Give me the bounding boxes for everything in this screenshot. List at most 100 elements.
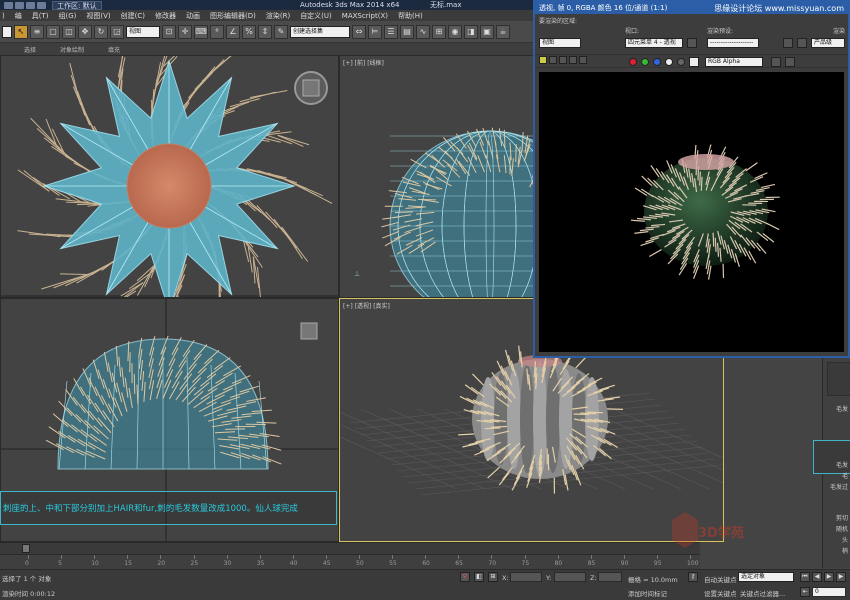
- rectangle-selection-button[interactable]: ▢: [46, 24, 60, 39]
- schematic-view-button[interactable]: ⊞: [432, 24, 446, 39]
- auto-key-button[interactable]: 自动关键点: [704, 574, 737, 584]
- menu-item-help[interactable]: 帮助(H): [398, 11, 423, 21]
- menu-item[interactable]: ): [2, 12, 5, 20]
- production-dropdown[interactable]: 产品级: [811, 38, 845, 48]
- menu-item-rendering[interactable]: 渲染(R): [266, 11, 290, 21]
- reference-coordinate-dropdown[interactable]: 视图: [126, 25, 160, 38]
- material-editor-button[interactable]: ◉: [448, 24, 462, 39]
- viewport-front-label[interactable]: [+] [前] [线框]: [343, 58, 384, 67]
- isolate-selection-icon[interactable]: ◧: [474, 572, 484, 582]
- menu-item-edit[interactable]: 编: [15, 11, 22, 21]
- viewport-dropdown[interactable]: 四元菜单 4 - 透视: [625, 38, 683, 48]
- menu-item-create[interactable]: 创建(C): [121, 11, 145, 21]
- toggle-ui-icon[interactable]: [785, 57, 795, 67]
- monochrome-toggle[interactable]: [677, 58, 685, 66]
- viewport-front[interactable]: [+] [前] [线框] ⊥: [339, 55, 539, 298]
- spinner-snap-button[interactable]: ⇕: [258, 24, 272, 39]
- workspace-selector[interactable]: 工作区: 默认: [52, 0, 102, 10]
- previous-frame-icon[interactable]: ◀: [812, 572, 822, 582]
- red-channel-toggle[interactable]: [629, 58, 637, 66]
- render-preset-dropdown[interactable]: --------------------: [707, 38, 759, 48]
- viewcube-face[interactable]: [302, 79, 320, 97]
- selected-object-dropdown[interactable]: 选定对象: [738, 572, 794, 582]
- viewport-perspective-label[interactable]: [+] [透视] [真实]: [343, 301, 390, 310]
- menu-item-tools[interactable]: 具(T): [32, 11, 49, 21]
- ribbon-tab-object-paint[interactable]: 对象绘制: [60, 45, 84, 54]
- next-frame-icon[interactable]: ▶: [836, 572, 846, 582]
- play-icon[interactable]: ▶: [824, 572, 834, 582]
- keyboard-shortcut-button[interactable]: ⌨: [194, 24, 208, 39]
- command-panel-rollout[interactable]: [827, 362, 850, 396]
- lock-icon[interactable]: [687, 38, 697, 48]
- blue-channel-toggle[interactable]: [653, 58, 661, 66]
- menu-item-animation[interactable]: 动画: [186, 11, 200, 21]
- x-coordinate-input[interactable]: [510, 572, 542, 582]
- rendered-frame-window[interactable]: 透视, 帧 0, RGBA 颜色 16 位/通道 (1:1) 思缘设计论坛 ww…: [533, 0, 850, 358]
- selection-filter-dropdown[interactable]: [2, 25, 12, 38]
- align-button[interactable]: ⊨: [368, 24, 382, 39]
- key-filters-button[interactable]: 关键点过滤器...: [740, 588, 785, 598]
- copy-image-icon[interactable]: [549, 56, 557, 64]
- time-slider[interactable]: [0, 542, 700, 554]
- window-crossing-button[interactable]: ◫: [62, 24, 76, 39]
- green-channel-toggle[interactable]: [641, 58, 649, 66]
- viewport-top[interactable]: [0, 55, 339, 298]
- toggle-ui-overlay-icon[interactable]: [771, 57, 781, 67]
- render-production-button[interactable]: ☕: [496, 24, 510, 39]
- menu-item-maxscript[interactable]: MAXScript(X): [342, 12, 388, 20]
- save-file-icon[interactable]: [37, 1, 46, 9]
- named-selection-sets-dropdown[interactable]: 创建选择集: [290, 25, 350, 38]
- select-scale-button[interactable]: ◲: [110, 24, 124, 39]
- rendered-frame-window-button[interactable]: ▣: [480, 24, 494, 39]
- z-coordinate-input[interactable]: [598, 572, 622, 582]
- add-time-tag[interactable]: 添加时间标记: [628, 588, 667, 598]
- ribbon-tab-populate[interactable]: 填充: [108, 45, 120, 54]
- track-bar[interactable]: 0 5 10 15 20 25 30 35 40 45 50 55 60 65 70 75 80 85 90 95 10…: [0, 554, 700, 569]
- pivot-point-button[interactable]: ⊡: [162, 24, 176, 39]
- render-label[interactable]: 渲染: [833, 26, 845, 35]
- mirror-button[interactable]: ⇔: [352, 24, 366, 39]
- go-to-start-icon[interactable]: ⏮: [800, 572, 810, 582]
- display-channel-dropdown[interactable]: RGB Alpha: [705, 57, 763, 67]
- select-object-button[interactable]: ↖: [14, 24, 28, 39]
- time-slider-handle[interactable]: [22, 544, 30, 553]
- select-by-name-button[interactable]: ≡: [30, 24, 44, 39]
- ribbon-tab-selection[interactable]: 选择: [24, 45, 36, 54]
- swatch-box[interactable]: [689, 57, 699, 67]
- menu-item-modifiers[interactable]: 修改器: [155, 11, 176, 21]
- render-setup-icon[interactable]: [783, 38, 793, 48]
- menu-item-graph-editors[interactable]: 图形编辑器(D): [210, 11, 256, 21]
- render-setup-button[interactable]: ◨: [464, 24, 478, 39]
- save-image-icon[interactable]: [539, 56, 547, 64]
- lock-selection-icon[interactable]: ⚲: [460, 572, 470, 582]
- manipulate-button[interactable]: ✛: [178, 24, 192, 39]
- area-to-render-dropdown[interactable]: 视图: [539, 38, 581, 48]
- percent-snap-button[interactable]: %: [242, 24, 256, 39]
- current-frame-input[interactable]: 0: [812, 587, 846, 597]
- open-file-icon[interactable]: [26, 1, 35, 9]
- select-move-button[interactable]: ✥: [78, 24, 92, 39]
- environment-icon[interactable]: [797, 38, 807, 48]
- absolute-mode-icon[interactable]: ⊞: [488, 572, 498, 582]
- alpha-channel-toggle[interactable]: [665, 58, 673, 66]
- app-menu-icon[interactable]: [4, 1, 13, 9]
- new-file-icon[interactable]: [15, 1, 24, 9]
- key-mode-icon[interactable]: ⚷: [688, 572, 698, 582]
- layer-manager-button[interactable]: ☰: [384, 24, 398, 39]
- viewcube-icon[interactable]: [300, 322, 318, 340]
- print-image-icon[interactable]: [569, 56, 577, 64]
- edit-named-selection-button[interactable]: ✎: [274, 24, 288, 39]
- snaps-toggle-button[interactable]: ⁶: [210, 24, 224, 39]
- y-coordinate-input[interactable]: [554, 572, 586, 582]
- graphite-toolbar-button[interactable]: ▤: [400, 24, 414, 39]
- set-key-button[interactable]: 设置关键点: [704, 588, 737, 598]
- curve-editor-button[interactable]: ∿: [416, 24, 430, 39]
- clear-icon[interactable]: [579, 56, 587, 64]
- menu-item-customize[interactable]: 自定义(U): [300, 11, 332, 21]
- select-rotate-button[interactable]: ↻: [94, 24, 108, 39]
- clone-window-icon[interactable]: [559, 56, 567, 64]
- menu-item-views[interactable]: 视图(V): [86, 11, 110, 21]
- key-mode-toggle-icon[interactable]: ⇤: [800, 587, 810, 597]
- menu-item-group[interactable]: 组(G): [58, 11, 76, 21]
- angle-snap-button[interactable]: ∠: [226, 24, 240, 39]
